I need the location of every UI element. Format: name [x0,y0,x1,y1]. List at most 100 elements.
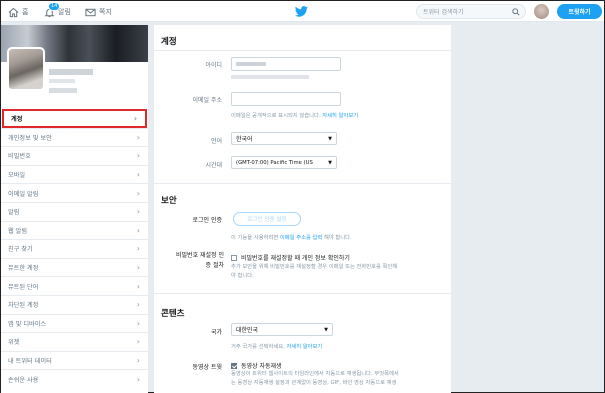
search-input[interactable] [423,7,511,17]
nav-messages[interactable]: 쪽지 [85,5,112,19]
sidebar-item-label: 뮤트된 단어 [8,283,39,291]
email-help-link[interactable]: 자세히 알아보기 [322,113,358,119]
language-select[interactable]: 한국어 ▼ [231,132,337,145]
sidebar-item-1[interactable]: 개인정보 및 보안 › [1,127,148,147]
sidebar-item-label: 비밀번호 [8,153,31,161]
sidebar-item-14[interactable]: 손쉬운 사용 › [1,369,148,388]
tweet-button[interactable]: 트윗하기 [557,4,602,19]
chevron-right-icon: › [136,263,140,273]
password-reset-checkbox-label: 비밀번호를 재설정할 때 개인 정보 확인하기 [241,255,350,262]
chevron-right-icon: › [136,374,140,384]
chevron-right-icon: › [136,300,140,310]
username-input[interactable] [231,57,341,71]
sidebar-item-6[interactable]: 웹 알림 › [1,220,148,240]
sidebar-item-label: 웹 알림 [8,227,28,235]
chevron-right-icon: › [136,132,140,142]
sidebar-item-label: 이메일 알림 [8,190,39,198]
sidebar-item-2[interactable]: 비밀번호 › [1,146,148,165]
country-help-text: 거주 국가를 선택하세요. [231,344,285,350]
login-verification-help: 이 기능을 사용하려면 이메일 주소를 입력 해야 합니다. [231,233,352,241]
video-autoplay-label: 동영상 트윗 [192,364,222,371]
settings-menu: 계정 › 개인정보 및 보안 › 비밀번호 › 모바일 › 이메일 알림 › 알림 › 웹 알림 › 친구 … [1,109,148,388]
profile-handle-blurred [49,79,75,83]
notification-badge: 14 [48,2,61,11]
password-reset-label: 비밀번호 재설정 인 증 절차 [154,251,224,271]
nav-notifications[interactable]: 14 알림 [44,2,71,19]
profile-avatar[interactable] [7,47,45,91]
twitter-bird-icon[interactable] [295,6,308,17]
content-section-title: 콘텐츠 [161,309,185,319]
sidebar-item-10[interactable]: 차단된 계정 › [1,294,148,314]
checkbox[interactable] [231,362,237,369]
profile-extra-blurred [49,88,77,93]
country-help: 거주 국가를 선택하세요. 자세히 알아보기 [231,342,322,350]
nav-home[interactable]: 홈 [8,5,28,19]
sidebar-item-label: 손쉬운 사용 [8,376,39,384]
language-value: 한국어 [236,136,253,143]
chevron-right-icon: › [136,170,140,180]
sidebar-item-label: 개인정보 및 보안 [8,134,52,142]
login-verification-help-link[interactable]: 이메일 주소를 입력 [280,235,322,241]
password-reset-help: 추가 보안을 위해 비밀번호를 재설정할 경우 이메일 또는 전화번호를 확인해… [231,263,447,281]
login-verification-help-tail: 해야 합니다. [323,235,352,241]
email-input[interactable] [231,92,341,106]
sidebar-item-label: 내 트위터 데이터 [8,358,52,366]
account-section-title: 계정 [161,37,177,47]
country-select[interactable]: 대한민국 ▼ [231,323,333,336]
sidebar-item-4[interactable]: 이메일 알림 › [1,183,148,202]
password-reset-checkbox[interactable]: 비밀번호를 재설정할 때 개인 정보 확인하기 [231,253,350,262]
chevron-down-icon: ▼ [328,135,332,142]
sidebar-item-5[interactable]: 알림 › [1,201,148,221]
language-label: 언어 [210,138,222,145]
sidebar-item-label: 차단된 계정 [8,302,39,310]
home-icon [8,7,19,17]
sidebar-item-label: 뮤트한 계정 [8,265,39,273]
video-autoplay-checkbox[interactable]: 동영상 자동재생 [231,361,282,370]
country-help-link[interactable]: 자세히 알아보기 [286,344,322,350]
timezone-label: 시간대 [205,162,222,169]
divider [154,50,451,51]
search-box[interactable] [416,4,526,19]
chevron-right-icon: › [136,318,140,328]
nav-home-label: 홈 [22,8,29,16]
video-autoplay-help-line1: 동영상이 트위터 웹사이트의 타임라인에서 자동으로 재생됩니다. 무엇폭에서 [231,371,399,377]
country-value: 대한민국 [236,327,259,334]
sidebar-item-label: 모바일 [8,172,26,180]
settings-sidebar: 계정 › 개인정보 및 보안 › 비밀번호 › 모바일 › 이메일 알림 › 알림 › 웹 알림 › 친구 … [1,25,148,393]
user-avatar[interactable] [534,4,549,19]
email-label: 이메일 주소 [192,97,222,104]
sidebar-item-label: 친구 찾기 [8,246,33,254]
sidebar-item-11[interactable]: 앱 및 디바이스 › [1,313,148,333]
login-verification-button[interactable]: 로그인 인증 설정 [233,212,301,226]
sidebar-item-9[interactable]: 뮤트된 단어 › [1,276,148,295]
login-verification-help-text: 이 기능을 사용하려면 [231,235,279,241]
security-section-title: 보안 [161,196,177,206]
sidebar-item-12[interactable]: 위젯 › [1,332,148,351]
nav-messages-label: 쪽지 [99,8,112,16]
sidebar-item-3[interactable]: 모바일 › [1,164,148,184]
sidebar-item-7[interactable]: 친구 찾기 › [1,239,148,258]
sidebar-item-13[interactable]: 내 트위터 데이터 › [1,350,148,370]
envelope-icon [85,8,96,16]
sidebar-item-label: 위젯 [8,339,20,347]
password-reset-help-line2: 야 합니다. [231,273,254,279]
chevron-right-icon: › [136,207,140,217]
video-autoplay-help: 동영상이 트위터 웹사이트의 타임라인에서 자동으로 재생됩니다. 무엇폭에서 … [231,370,447,388]
sidebar-item-label: 앱 및 디바이스 [8,320,47,328]
sidebar-item-8[interactable]: 뮤트한 계정 › [1,257,148,277]
email-help-text: 이메일은 공개적으로 표시되지 않습니다. [231,113,321,119]
sidebar-item-label: 알림 [8,209,20,217]
checkbox[interactable] [231,254,237,261]
email-help: 이메일은 공개적으로 표시되지 않습니다. 자세히 알아보기 [231,111,358,119]
password-reset-help-line1: 추가 보안을 위해 비밀번호를 재설정할 경우 이메일 또는 전화번호를 확인해 [231,264,398,270]
profile-name-blurred [49,69,93,75]
username-value-blurred [236,62,266,66]
username-label: 아이디 [205,62,222,69]
sidebar-item-0[interactable]: 계정 › [2,109,147,128]
settings-main-panel: 계정 아이디 이메일 주소 이메일은 공개적으로 표시되지 않습니다. 자세히 … [154,25,451,393]
timezone-select[interactable]: (GMT-07:00) Pacific Time (US ▼ [231,156,337,169]
search-icon[interactable] [512,8,520,16]
chevron-right-icon: › [136,281,140,291]
video-autoplay-checkbox-label: 동영상 자동재생 [241,363,282,370]
chevron-right-icon: › [136,244,140,254]
